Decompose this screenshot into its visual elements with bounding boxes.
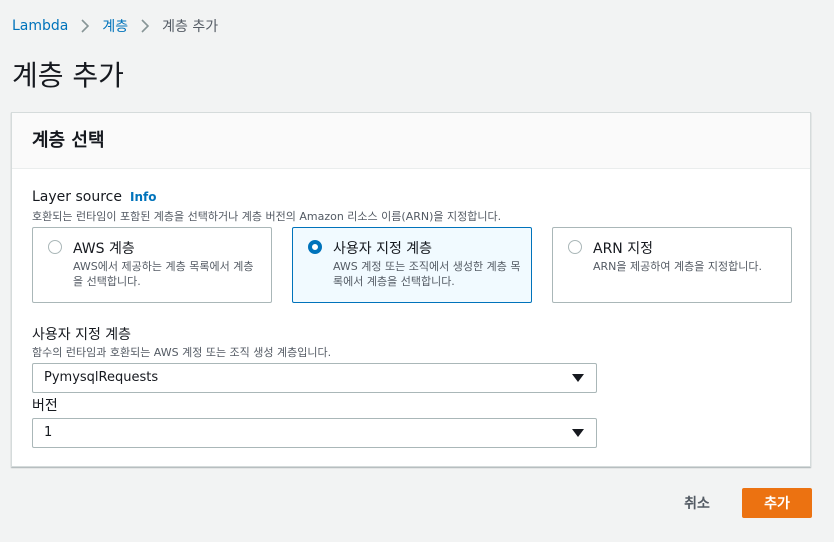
custom-layer-select[interactable]: PymysqlRequests [32,363,597,393]
breadcrumb: Lambda 계층 계층 추가 [12,16,218,36]
page-title: 계층 추가 [12,59,124,92]
option-description: AWS 계정 또는 조직에서 생성한 계층 목록에서 계층을 선택합니다. [333,260,521,288]
option-title: ARN 지정 [593,241,653,257]
breadcrumb-layers-link[interactable]: 계층 [102,16,128,36]
version-select[interactable]: 1 [32,418,597,448]
info-link[interactable]: Info [130,190,156,204]
choose-layer-panel: 계층 선택 Layer source Info 호환되는 런타임이 포함된 계층을… [11,112,811,467]
option-description: AWS에서 제공하는 계층 목록에서 계층을 선택합니다. [73,260,254,288]
caret-down-icon [572,374,584,382]
version-value: 1 [44,425,53,440]
custom-layer-label: 사용자 지정 계층 [32,327,132,343]
radio-custom-layers[interactable] [308,240,322,254]
custom-layer-description: 함수의 런타임과 호환되는 AWS 계정 또는 조직 생성 계층입니다. [32,346,332,359]
chevron-right-icon [68,17,102,35]
option-title: 사용자 지정 계층 [333,241,433,257]
option-title: AWS 계층 [73,241,135,257]
radio-specify-arn[interactable] [568,240,582,254]
layer-source-label: Layer source Info [32,189,156,205]
chevron-right-icon [128,17,162,35]
custom-layer-value: PymysqlRequests [44,370,159,385]
caret-down-icon [572,429,584,437]
radio-aws-layers[interactable] [48,240,62,254]
breadcrumb-current: 계층 추가 [162,19,219,35]
panel-header: 계층 선택 [12,113,810,169]
version-label: 버전 [32,398,58,414]
cancel-button[interactable]: 취소 [668,489,726,517]
layer-source-description: 호환되는 런타임이 포함된 계층을 선택하거나 계층 버전의 Amazon 리소… [32,210,502,223]
add-button[interactable]: 추가 [742,488,812,518]
option-specify-arn[interactable]: ARN 지정 ARN을 제공하여 계층을 지정합니다. [552,227,792,303]
layer-source-label-text: Layer source [32,189,122,205]
option-aws-layers[interactable]: AWS 계층 AWS에서 제공하는 계층 목록에서 계층을 선택합니다. [32,227,272,303]
panel-title: 계층 선택 [32,130,105,151]
option-custom-layers[interactable]: 사용자 지정 계층 AWS 계정 또는 조직에서 생성한 계층 목록에서 계층을… [292,227,532,303]
breadcrumb-lambda-link[interactable]: Lambda [12,18,68,34]
option-description: ARN을 제공하여 계층을 지정합니다. [593,260,762,273]
